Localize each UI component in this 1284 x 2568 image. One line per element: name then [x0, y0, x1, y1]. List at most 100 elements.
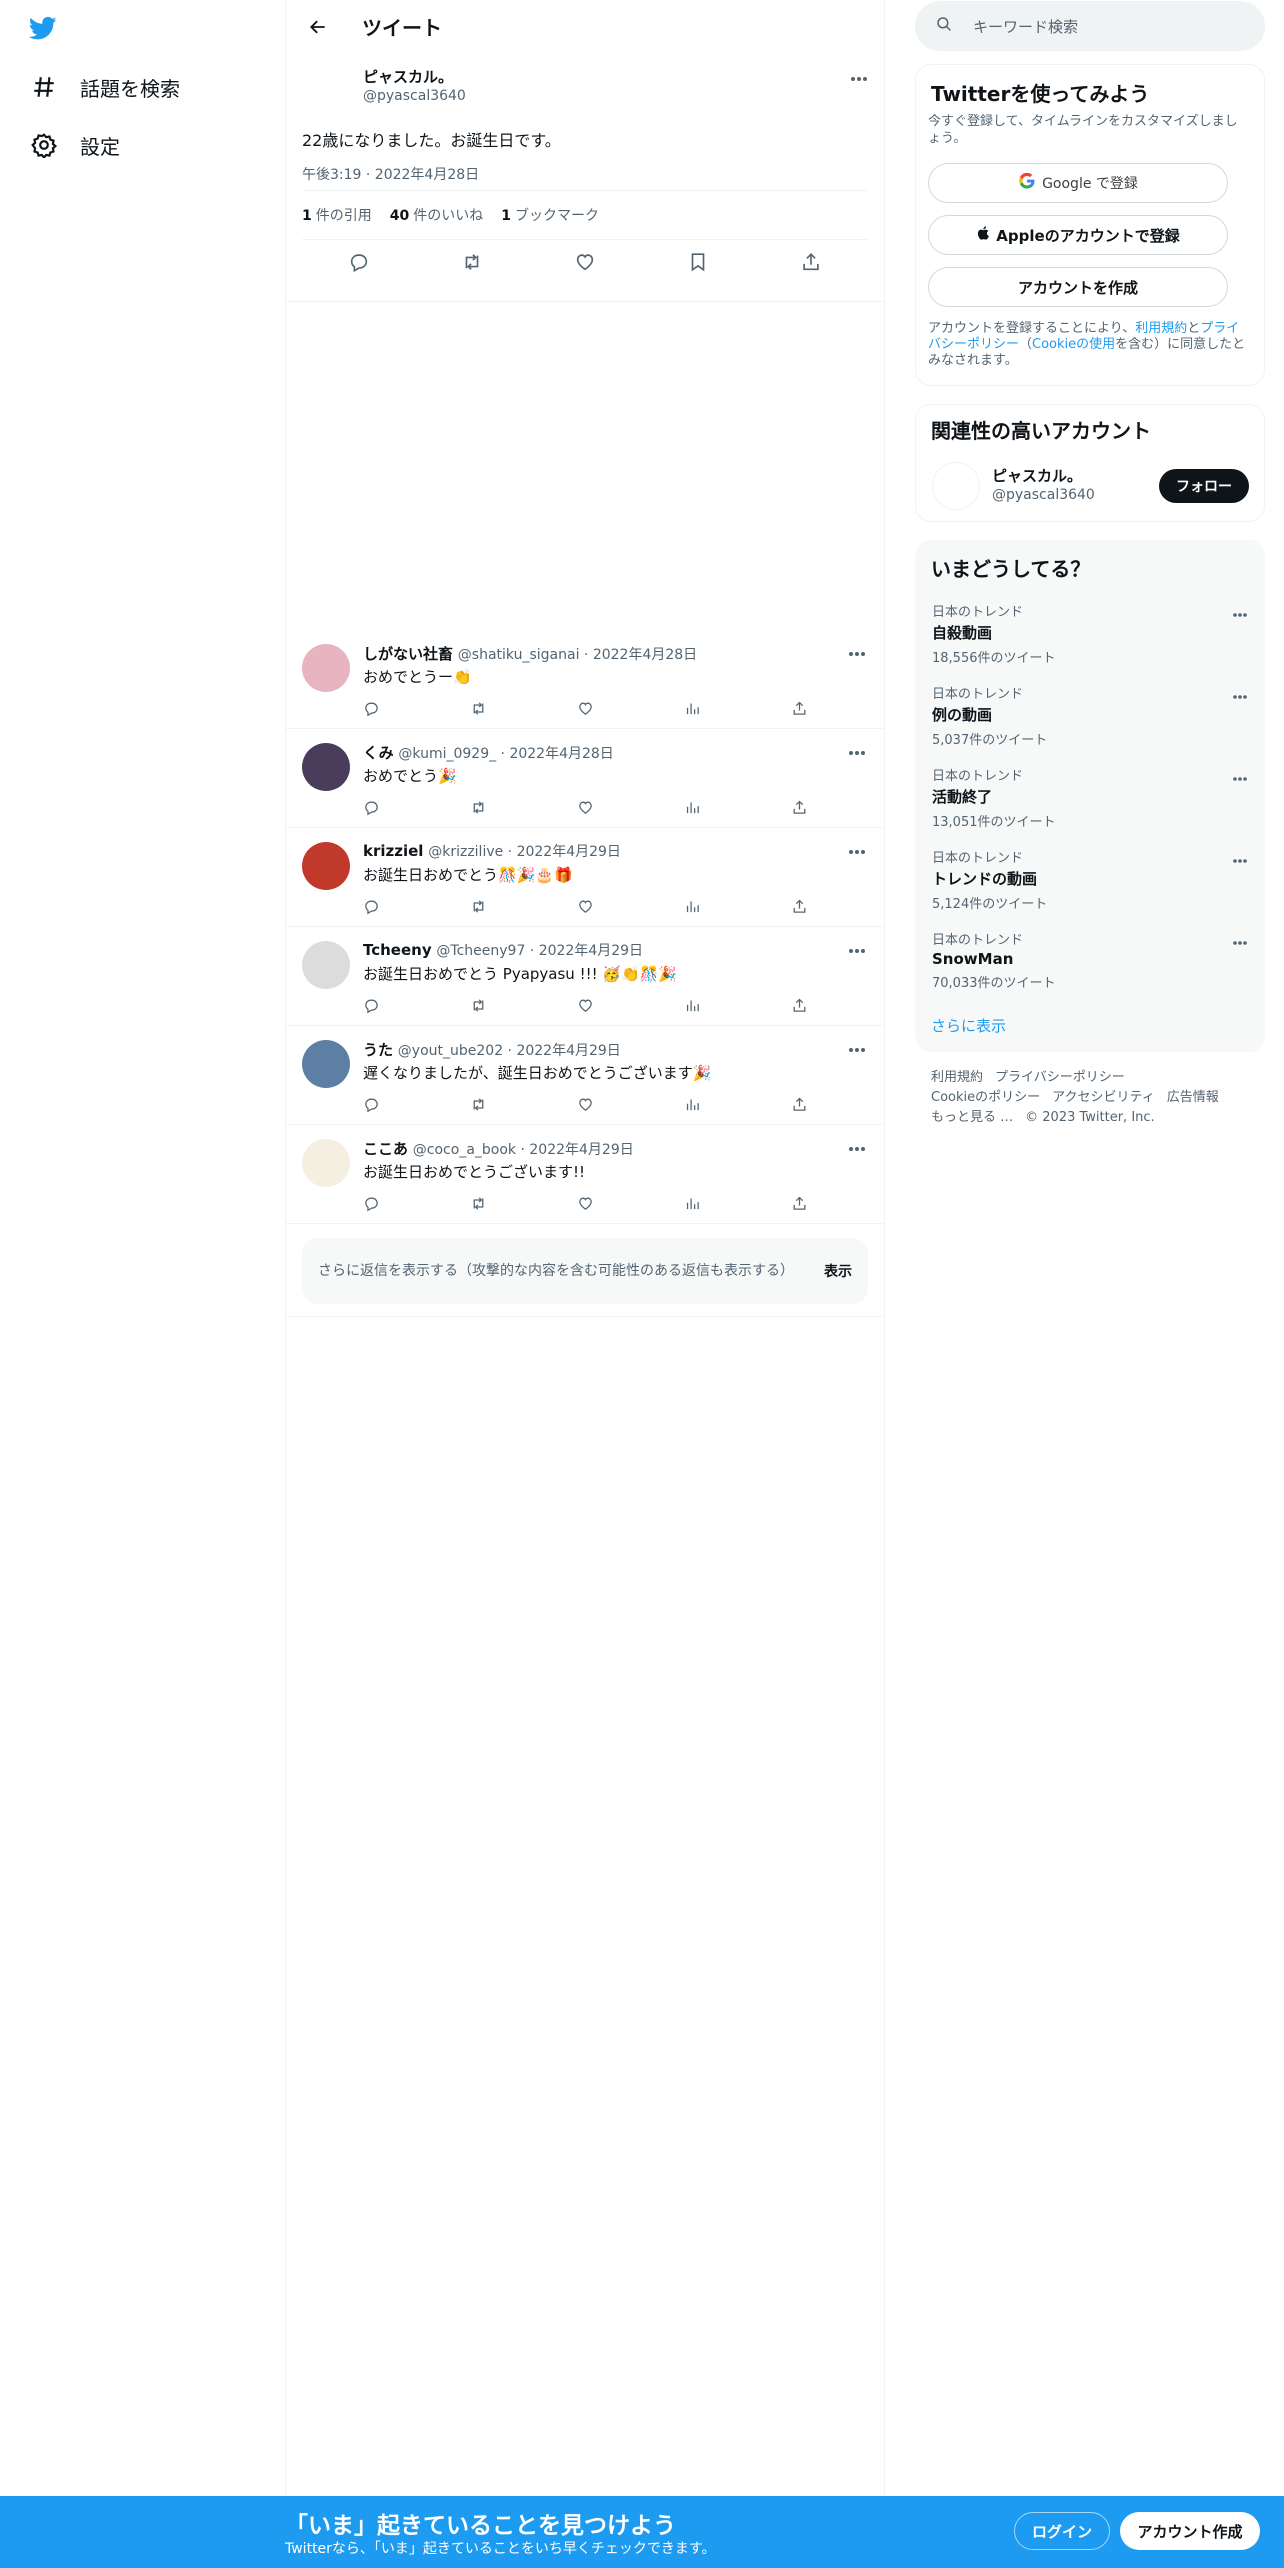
like-icon[interactable] [577, 799, 594, 820]
twitter-logo-icon[interactable] [27, 14, 61, 42]
like-icon[interactable] [574, 251, 596, 277]
reply-author-name[interactable]: しがない社畜 [363, 645, 453, 663]
more-icon[interactable] [848, 1137, 866, 1156]
google-signup-button[interactable]: Google で登録 [928, 163, 1228, 203]
login-button[interactable]: ログイン [1014, 2512, 1110, 2550]
share-icon[interactable] [791, 1096, 808, 1117]
trend-item[interactable]: 日本のトレンド 例の動画 5,037件のツイート [932, 683, 1248, 748]
trends-show-more-link[interactable]: さらに表示 [931, 1015, 1006, 1036]
reply-tweet[interactable]: くみ @kumi_0929_ · 2022年4月28日 おめでとう🎉 [286, 729, 884, 828]
reply-icon[interactable] [363, 997, 380, 1018]
reply-author-name[interactable]: krizziel [363, 842, 423, 860]
share-icon[interactable] [791, 997, 808, 1018]
reply-icon[interactable] [363, 1195, 380, 1216]
avatar[interactable] [302, 1139, 350, 1187]
bookmark-icon[interactable] [687, 251, 709, 277]
footer-more[interactable]: もっと見る … [931, 1110, 1013, 1125]
tweet-timestamp[interactable]: 午後3:19 · 2022年4月28日 [302, 164, 479, 184]
create-account-button[interactable]: アカウントを作成 [928, 267, 1228, 307]
share-icon[interactable] [791, 799, 808, 820]
related-account-name[interactable]: ピャスカル。 [992, 465, 1082, 486]
views-icon[interactable] [684, 997, 701, 1018]
reply-tweet[interactable]: Tcheeny @Tcheeny97 · 2022年4月29日 お誕生日おめでとう… [286, 927, 884, 1026]
search-input[interactable]: キーワード検索 [973, 16, 1078, 37]
trend-item[interactable]: 日本のトレンド トレンドの動画 5,124件のツイート [932, 847, 1248, 912]
footer-accessibility[interactable]: アクセシビリティ [1052, 1090, 1155, 1105]
views-icon[interactable] [684, 1195, 701, 1216]
reply-author-name[interactable]: くみ [363, 744, 394, 762]
trend-item[interactable]: 日本のトレンド SnowMan 70,033件のツイート [932, 929, 1248, 991]
like-icon[interactable] [577, 1096, 594, 1117]
related-account-handle[interactable]: @pyascal3640 [992, 487, 1095, 503]
more-icon[interactable] [848, 840, 866, 859]
nav-settings[interactable]: 設定 [30, 125, 120, 165]
views-icon[interactable] [684, 898, 701, 919]
more-icon[interactable] [848, 1038, 866, 1057]
retweet-icon[interactable] [470, 1195, 487, 1216]
signup-button[interactable]: アカウント作成 [1120, 2512, 1260, 2550]
follow-button[interactable]: フォロー [1159, 469, 1249, 503]
likes-stat[interactable]: 40 件のいいね [390, 205, 483, 225]
retweet-icon[interactable] [470, 1096, 487, 1117]
like-icon[interactable] [577, 1195, 594, 1216]
terms-link[interactable]: 利用規約 [1135, 321, 1187, 336]
trend-item[interactable]: 日本のトレンド 自殺動画 18,556件のツイート [932, 601, 1248, 666]
more-icon[interactable] [848, 939, 866, 958]
more-icon[interactable] [848, 642, 866, 661]
reply-tweet[interactable]: krizziel @krizzilive · 2022年4月29日 お誕生日おめで… [286, 828, 884, 927]
avatar[interactable] [932, 462, 980, 510]
more-icon[interactable] [1232, 685, 1248, 704]
footer-ads[interactable]: 広告情報 [1167, 1090, 1219, 1105]
avatar[interactable] [302, 941, 350, 989]
search-box[interactable]: キーワード検索 [915, 1, 1265, 51]
more-icon[interactable] [1232, 767, 1248, 786]
reply-author-name[interactable]: ここあ [363, 1140, 408, 1158]
reply-meta[interactable]: @krizzilive · 2022年4月29日 [428, 844, 621, 860]
show-more-replies[interactable]: さらに返信を表示する（攻撃的な内容を含む可能性のある返信も表示する） 表示 [302, 1238, 868, 1304]
share-icon[interactable] [791, 1195, 808, 1216]
more-icon[interactable] [1232, 849, 1248, 868]
more-icon[interactable] [850, 67, 868, 86]
share-icon[interactable] [791, 898, 808, 919]
tweet-author-name[interactable]: ピャスカル。 [363, 66, 453, 87]
reply-tweet[interactable]: しがない社畜 @shatiku_siganai · 2022年4月28日 おめでと… [286, 630, 884, 729]
views-icon[interactable] [684, 700, 701, 721]
tweet-author-handle[interactable]: @pyascal3640 [363, 88, 466, 104]
reply-meta[interactable]: @kumi_0929_ · 2022年4月28日 [398, 746, 613, 762]
share-icon[interactable] [791, 700, 808, 721]
reply-meta[interactable]: @yout_ube202 · 2022年4月29日 [398, 1043, 621, 1059]
more-icon[interactable] [1232, 603, 1248, 622]
like-icon[interactable] [577, 997, 594, 1018]
reply-tweet[interactable]: ここあ @coco_a_book · 2022年4月29日 お誕生日おめでとうござ… [286, 1125, 884, 1224]
retweet-icon[interactable] [470, 997, 487, 1018]
reply-meta[interactable]: @shatiku_siganai · 2022年4月28日 [458, 647, 697, 663]
retweet-icon[interactable] [470, 898, 487, 919]
show-more-button[interactable]: 表示 [824, 1261, 852, 1281]
avatar[interactable] [302, 1040, 350, 1088]
reply-icon[interactable] [363, 898, 380, 919]
more-icon[interactable] [1232, 931, 1248, 950]
trend-item[interactable]: 日本のトレンド 活動終了 13,051件のツイート [932, 765, 1248, 830]
reply-icon[interactable] [363, 799, 380, 820]
cookie-link[interactable]: Cookieの使用 [1032, 337, 1115, 352]
quotes-stat[interactable]: 1 件の引用 [302, 205, 372, 225]
like-icon[interactable] [577, 700, 594, 721]
views-icon[interactable] [684, 1096, 701, 1117]
reply-tweet[interactable]: うた @yout_ube202 · 2022年4月29日 遅くなりましたが、誕生日… [286, 1026, 884, 1125]
back-arrow-icon[interactable] [300, 9, 336, 45]
reply-meta[interactable]: @coco_a_book · 2022年4月29日 [413, 1142, 634, 1158]
avatar[interactable] [302, 644, 350, 692]
bookmarks-stat[interactable]: 1 ブックマーク [501, 205, 599, 225]
footer-cookie[interactable]: Cookieのポリシー [931, 1090, 1040, 1105]
views-icon[interactable] [684, 799, 701, 820]
retweet-icon[interactable] [470, 799, 487, 820]
footer-privacy[interactable]: プライバシーポリシー [995, 1070, 1125, 1085]
retweet-icon[interactable] [461, 251, 483, 277]
reply-icon[interactable] [363, 700, 380, 721]
apple-signup-button[interactable]: Appleのアカウントで登録 [928, 215, 1228, 255]
nav-explore[interactable]: 話題を検索 [30, 67, 180, 107]
reply-icon[interactable] [348, 251, 370, 277]
reply-author-name[interactable]: Tcheeny [363, 941, 432, 959]
retweet-icon[interactable] [470, 700, 487, 721]
share-icon[interactable] [800, 251, 822, 277]
